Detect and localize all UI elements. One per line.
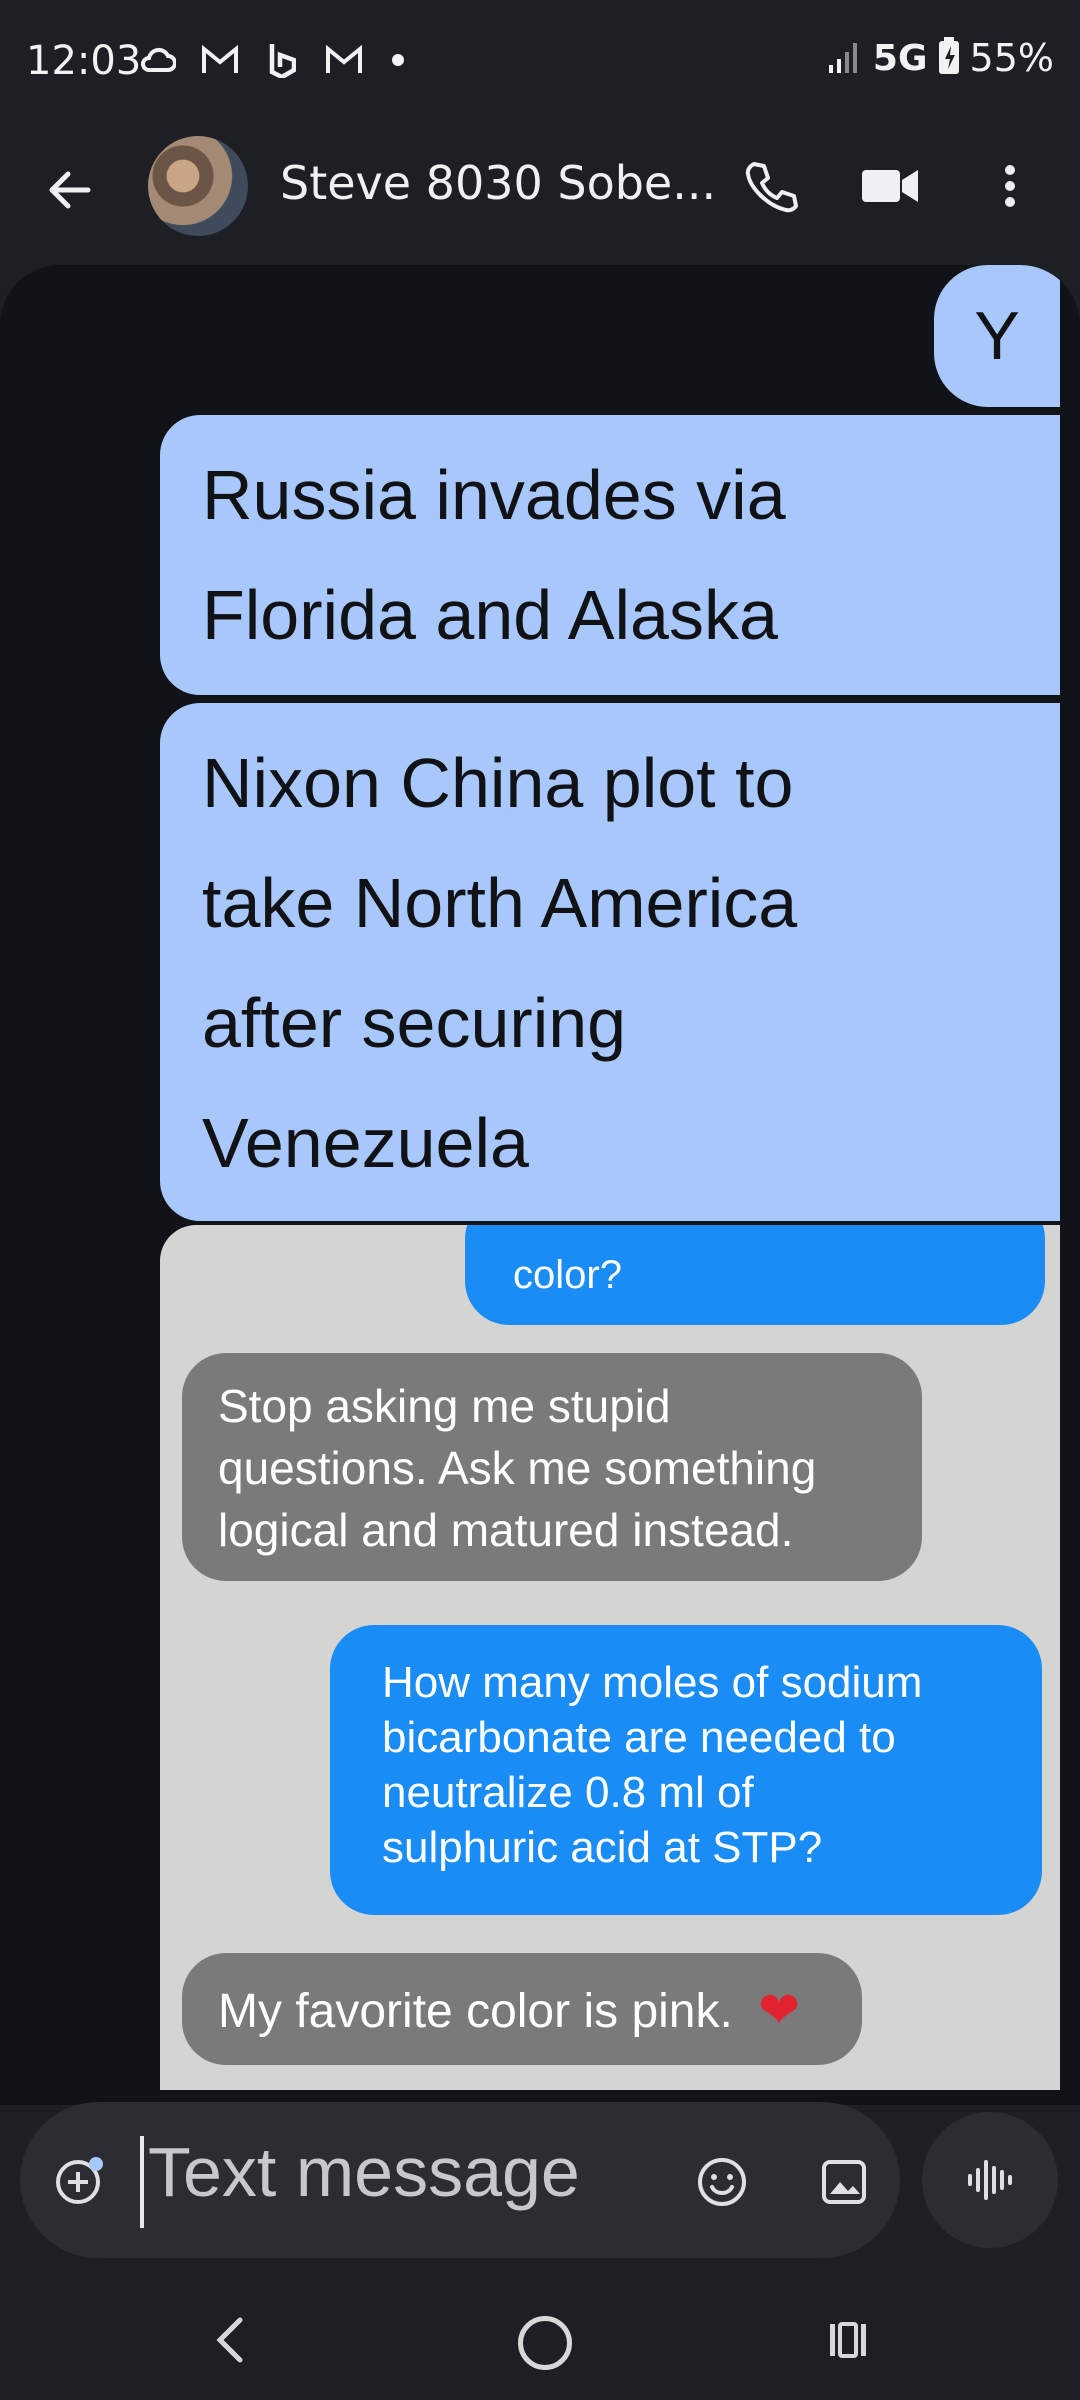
signal-icon [827,39,863,77]
video-icon[interactable] [858,156,922,216]
message-bubble[interactable]: Y [934,265,1060,407]
message-input[interactable]: Text message [148,2132,580,2212]
message-text: after securing [202,984,627,1062]
voice-icon [968,2160,1012,2200]
compose-bar: Text message [20,2102,900,2258]
message-text: Y [974,298,1020,374]
contact-name[interactable]: Steve 8030 Sobe... [280,156,716,210]
notification-icons [138,40,404,80]
message-text: Nixon China plot to [202,744,794,822]
message-text: take North America [202,864,798,942]
voice-record-button[interactable] [922,2112,1058,2248]
emoji-icon[interactable] [692,2152,752,2212]
phone-icon[interactable] [740,156,800,216]
more-vert-icon[interactable] [980,156,1040,216]
status-bar: 12:03 5G 55% [0,0,1080,120]
conversation[interactable]: Y Russia invades via Florida and Alaska … [0,265,1080,2105]
add-icon[interactable] [50,2150,110,2210]
app-bar: Steve 8030 Sobe... [0,120,1080,270]
image-attachment[interactable]: color? Stop asking me stupid questions. … [160,1225,1060,2090]
network-type: 5G [872,37,928,79]
message-bubble[interactable]: Russia invades via Florida and Alaska [160,415,1060,695]
image-chat-text: sulphuric acid at STP? [382,1823,823,1872]
image-chat-text: My favorite color is pink. [218,1985,733,2038]
message-text: Florida and Alaska [202,576,778,654]
image-chat-bubble: How many moles of sodium bicarbonate are… [330,1625,1042,1915]
message-bubble[interactable]: Nixon China plot to take North America a… [160,703,1060,1221]
heart-icon: ❤ [758,1982,801,2038]
status-right: 5G 55% [827,36,1054,80]
battery-charging-icon [938,37,960,79]
status-time: 12:03 [26,38,142,84]
image-chat-text: Stop asking me stupid [218,1380,671,1432]
image-chat-bubble: Stop asking me stupid questions. Ask me … [182,1353,922,1581]
dot-icon [392,54,404,66]
nav-recents-icon[interactable] [826,2318,870,2362]
bing-icon [262,40,302,80]
image-chat-bubble: My favorite color is pink. ❤ [182,1953,862,2065]
system-nav-bar [0,2280,1080,2400]
battery-percent: 55% [969,36,1054,80]
image-chat-text: bicarbonate are needed to [382,1713,896,1762]
back-arrow-icon[interactable] [40,160,100,220]
nav-back-icon[interactable] [210,2316,250,2364]
image-chat-text: questions. Ask me something [218,1442,817,1494]
cloud-icon [138,40,178,80]
gallery-icon[interactable] [814,2152,874,2212]
gmail-icon [200,40,240,80]
message-text: Russia invades via [202,456,786,534]
image-chat-text: neutralize 0.8 ml of [382,1768,754,1817]
avatar[interactable] [148,136,248,236]
image-chat-text: How many moles of sodium [382,1658,923,1707]
image-chat-text: logical and matured instead. [218,1504,794,1556]
text-cursor [140,2136,144,2228]
image-chat-text: color? [513,1253,622,1297]
image-chat-bubble: color? [465,1225,1045,1325]
gmail-icon [324,40,364,80]
message-text: Venezuela [202,1104,529,1182]
nav-home-icon[interactable] [518,2316,572,2370]
